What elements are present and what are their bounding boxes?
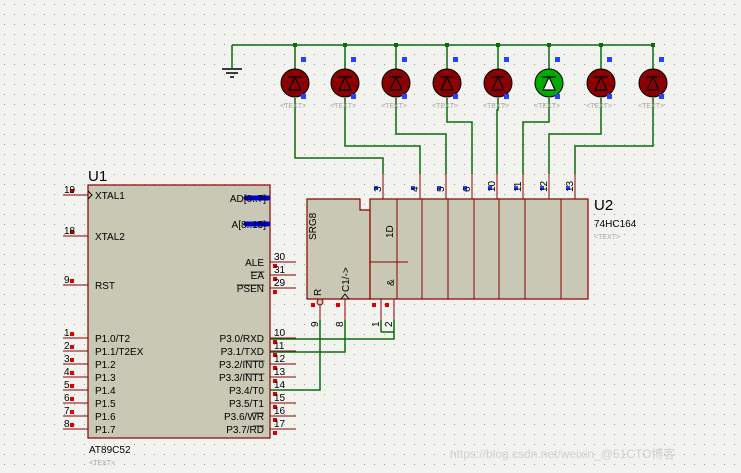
u1-pin-label: P3.6/WR <box>224 412 264 423</box>
u2-pin-number: 3 <box>373 186 384 192</box>
u1-pin-label: XTAL2 <box>95 232 125 243</box>
u2-pin-number: 10 <box>487 180 498 192</box>
u2-and-label: & <box>386 279 397 286</box>
u1-pin-number: 2 <box>64 341 70 352</box>
u1-pin-label: RST <box>95 281 115 292</box>
u1-pin-label: P3.2/INT0 <box>219 360 264 371</box>
led-label: <TEXT> <box>432 103 458 110</box>
u1-pin-number: 7 <box>64 406 70 417</box>
u2-pin-number: 11 <box>513 181 524 192</box>
u1-pin-label: P1.2 <box>95 360 116 371</box>
u1-pin-number: 3 <box>64 354 70 365</box>
u2-pin-number: 5 <box>436 186 447 192</box>
watermark: https://blog.csdn.net/weixin_@51CTO博客 <box>450 446 675 461</box>
u1-pin-number: 31 <box>274 265 286 276</box>
u2-pin-number: 6 <box>462 186 473 192</box>
u2-data-label: 1D <box>385 225 396 238</box>
led-label: <TEXT> <box>534 103 560 110</box>
u1-pin-number: 9 <box>64 275 70 286</box>
u1-pin-label: P3.7/RD <box>226 425 264 436</box>
u1-pin-label: EA <box>251 271 265 282</box>
u1-pin-label: P1.6 <box>95 412 116 423</box>
u1-pin-label: P3.3/INT1 <box>219 373 264 384</box>
u1-pin-number: 18 <box>64 226 76 237</box>
u1-bus-1[interactable]: A[8..15] <box>232 220 271 231</box>
u1-pin-label: P3.5/T1 <box>229 399 264 410</box>
u1-pin-number: 1 <box>64 328 70 339</box>
u1-part-name: AT89C52 <box>89 445 131 456</box>
u2-pin-number: 12 <box>539 180 550 192</box>
u1-pin-number: 15 <box>274 393 286 404</box>
u2-part-name: 74HC164 <box>594 219 637 230</box>
u1-ref: U1 <box>88 168 107 185</box>
u1-bus-label: A[8..15] <box>232 220 267 231</box>
u1-pin-number: 11 <box>274 341 285 352</box>
u1-pin-number: 8 <box>64 419 70 430</box>
u1-pin-label: PSEN <box>237 284 264 295</box>
u1-pin-label: P1.0/T2 <box>95 334 130 345</box>
u1-placeholder: <TEXT> <box>89 460 115 467</box>
u2-srg-label: SRG8 <box>308 212 319 240</box>
u1-pin-label: P1.5 <box>95 399 116 410</box>
led-label: <TEXT> <box>330 103 356 110</box>
u1-chip[interactable]: U1 AT89C52 <TEXT> 19 XTAL1 18 XTAL2 9 RST 1 P1.… <box>63 168 296 467</box>
u2-reset-label: R <box>313 289 324 296</box>
u2-pin-number: 4 <box>410 186 421 192</box>
u1-pin-number: 6 <box>64 393 70 404</box>
u1-pin-label: P1.4 <box>95 386 116 397</box>
u2-pin-number: 13 <box>565 180 576 192</box>
u1-pin-label: P3.1/TXD <box>221 347 264 358</box>
u1-pin-number: 13 <box>274 367 286 378</box>
u1-pin-number: 12 <box>274 354 286 365</box>
u1-pin-number: 4 <box>64 367 70 378</box>
led-label: <TEXT> <box>638 103 664 110</box>
u1-pin-number: 29 <box>274 278 286 289</box>
u1-pin-label: P3.0/RXD <box>220 334 264 345</box>
u1-pin-label: P1.7 <box>95 425 116 436</box>
u1-pin-number: 10 <box>274 328 286 339</box>
u1-pin-number: 17 <box>274 419 286 430</box>
u2-placeholder: <TEXT> <box>594 234 620 241</box>
u1-pin-label: P1.3 <box>95 373 116 384</box>
u1-bus-0[interactable]: AD[0..7] <box>230 194 271 205</box>
u1-pin-number: 30 <box>274 252 286 263</box>
u1-pin-label: P3.4/T0 <box>229 386 264 397</box>
u1-pin-number: 16 <box>274 406 286 417</box>
led-label: <TEXT> <box>586 103 612 110</box>
led-label: <TEXT> <box>483 103 509 110</box>
u2-register-block[interactable] <box>369 198 589 300</box>
u2-ref: U2 <box>594 197 613 214</box>
u1-pin-label: XTAL1 <box>95 191 125 202</box>
u1-pin-number: 19 <box>64 185 76 196</box>
led-label: <TEXT> <box>280 103 306 110</box>
u1-bus-label: AD[0..7] <box>230 194 266 205</box>
u1-pin-label: P1.1/T2EX <box>95 347 144 358</box>
u1-pin-label: ALE <box>245 258 264 269</box>
u2-clock-label: C1/-> <box>341 267 352 292</box>
u1-pin-number: 5 <box>64 380 70 391</box>
schematic-canvas: <TEXT> <TEXT> <TEXT> <TEXT> <TEXT> <TEXT> <TEX… <box>0 0 741 473</box>
led-label: <TEXT> <box>381 103 407 110</box>
